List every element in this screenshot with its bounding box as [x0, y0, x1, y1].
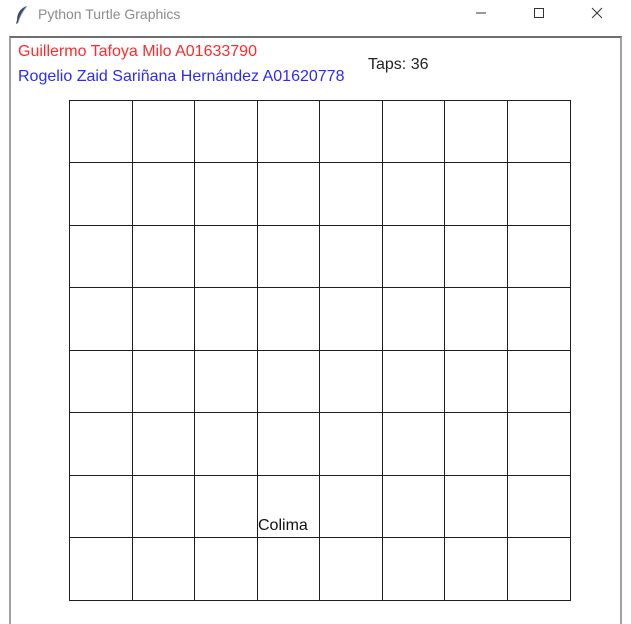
board-tile[interactable]: [382, 287, 445, 351]
board-tile[interactable]: [194, 287, 258, 351]
board-tile[interactable]: [69, 287, 133, 351]
board-tile[interactable]: [507, 412, 571, 476]
board-tile[interactable]: [444, 350, 508, 413]
board-tile[interactable]: [69, 162, 133, 226]
board-tile[interactable]: [194, 100, 258, 163]
board-tile[interactable]: [444, 287, 508, 351]
board-tile[interactable]: [132, 412, 195, 476]
board-tile[interactable]: [507, 350, 571, 413]
board-tile[interactable]: [257, 350, 320, 413]
board-tile[interactable]: [69, 350, 133, 413]
board-tile[interactable]: [257, 162, 320, 226]
title-bar[interactable]: Python Turtle Graphics: [0, 0, 631, 30]
board-tile[interactable]: [382, 350, 445, 413]
board-tile[interactable]: [507, 475, 571, 538]
board-tile[interactable]: [257, 287, 320, 351]
board-tile[interactable]: [444, 537, 508, 601]
board-tile[interactable]: [444, 412, 508, 476]
board-tile[interactable]: [319, 225, 383, 288]
minimize-icon: [475, 6, 487, 24]
board-tile[interactable]: [69, 225, 133, 288]
window-left-edge: [0, 0, 8, 624]
board-tile[interactable]: [132, 350, 195, 413]
board-tile[interactable]: [444, 162, 508, 226]
board-tile[interactable]: [382, 475, 445, 538]
window-title: Python Turtle Graphics: [38, 6, 181, 22]
board-tile[interactable]: [382, 537, 445, 601]
maximize-button[interactable]: [516, 0, 562, 30]
board-tile[interactable]: [194, 162, 258, 226]
board-tile[interactable]: [69, 412, 133, 476]
board-tile[interactable]: [257, 537, 320, 601]
board-tile[interactable]: [132, 475, 195, 538]
board-tile[interactable]: [132, 162, 195, 226]
board-tile[interactable]: [194, 475, 258, 538]
board-tile[interactable]: [319, 100, 383, 163]
board-tile[interactable]: [319, 350, 383, 413]
board-tile[interactable]: [382, 225, 445, 288]
board-tile[interactable]: [257, 225, 320, 288]
board-tile[interactable]: [69, 100, 133, 163]
board-tile[interactable]: [69, 475, 133, 538]
board-tile[interactable]: [194, 412, 258, 476]
taps-counter: Taps: 36: [368, 56, 429, 73]
author-line-1: Guillermo Tafoya Milo A01633790: [18, 43, 257, 60]
board-tile[interactable]: [507, 225, 571, 288]
board-tile[interactable]: [132, 225, 195, 288]
board-tile[interactable]: [319, 287, 383, 351]
board-tile[interactable]: [319, 162, 383, 226]
board-tile[interactable]: [444, 225, 508, 288]
board-tile[interactable]: [444, 100, 508, 163]
board-tile[interactable]: [132, 100, 195, 163]
board-tile[interactable]: [507, 162, 571, 226]
board-tile[interactable]: [319, 537, 383, 601]
memory-board[interactable]: Colima: [69, 100, 571, 601]
board-tile[interactable]: [507, 100, 571, 163]
maximize-icon: [533, 6, 545, 24]
board-tile[interactable]: [194, 225, 258, 288]
close-icon: [591, 6, 603, 24]
feather-icon: [14, 5, 30, 25]
board-tile[interactable]: [444, 475, 508, 538]
board-tile[interactable]: [257, 100, 320, 163]
turtle-window: Python Turtle Graphics Guillermo Tafoya …: [0, 0, 631, 624]
minimize-button[interactable]: [458, 0, 504, 30]
board-tile[interactable]: [319, 475, 383, 538]
board-tile[interactable]: [132, 287, 195, 351]
board-tile[interactable]: [507, 287, 571, 351]
board-tile[interactable]: [194, 537, 258, 601]
board-tile[interactable]: [132, 537, 195, 601]
board-tile[interactable]: [507, 537, 571, 601]
board-tile[interactable]: [257, 412, 320, 476]
close-button[interactable]: [574, 0, 620, 30]
board-tile[interactable]: [194, 350, 258, 413]
board-tile[interactable]: [382, 100, 445, 163]
board-tile[interactable]: [382, 162, 445, 226]
board-tile[interactable]: [319, 412, 383, 476]
author-line-2: Rogelio Zaid Sariñana Hernández A0162077…: [18, 68, 345, 85]
revealed-tile-label: Colima: [258, 517, 308, 534]
board-tile[interactable]: [69, 537, 133, 601]
board-tile[interactable]: [382, 412, 445, 476]
